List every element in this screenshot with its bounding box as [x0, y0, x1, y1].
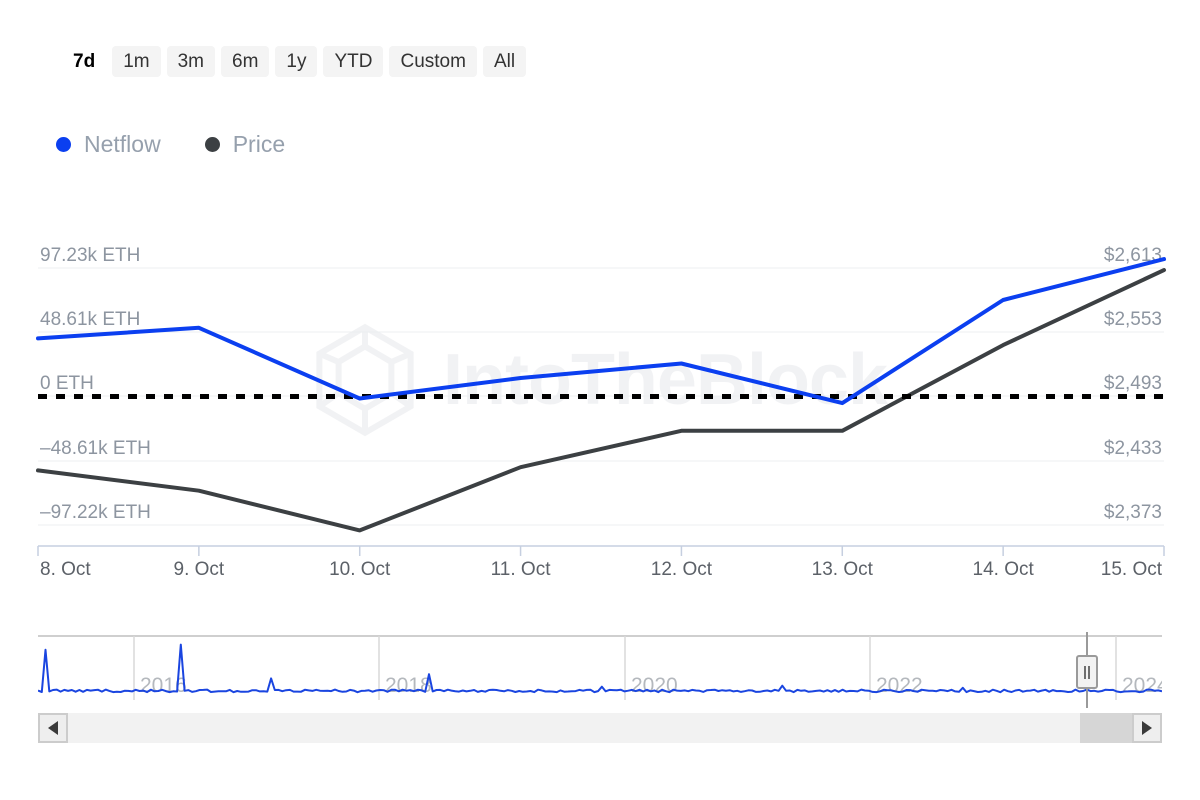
svg-text:$2,613: $2,613 [1104, 245, 1162, 266]
range-button-all[interactable]: All [483, 46, 526, 77]
svg-text:2024: 2024 [1122, 674, 1162, 697]
scrollbar-track[interactable] [68, 713, 1132, 743]
range-button-ytd[interactable]: YTD [323, 46, 383, 77]
arrow-right-icon [1142, 721, 1152, 735]
svg-text:10. Oct: 10. Oct [329, 559, 391, 580]
navigator-handle-right[interactable] [1076, 655, 1098, 689]
svg-text:2020: 2020 [631, 674, 678, 697]
x-axis-labels: 8. Oct 9. Oct 10. Oct 11. Oct 12. Oct 13. Oct… [40, 559, 1163, 580]
svg-text:$2,373: $2,373 [1104, 502, 1162, 523]
svg-text:$2,493: $2,493 [1104, 373, 1162, 394]
svg-text:48.61k ETH: 48.61k ETH [40, 309, 140, 330]
legend-item-price[interactable]: Price [205, 133, 285, 156]
watermark: IntoTheBlock [305, 320, 887, 440]
legend-label-price: Price [233, 133, 285, 156]
svg-text:11. Oct: 11. Oct [491, 559, 552, 580]
svg-text:–97.22k ETH: –97.22k ETH [40, 502, 151, 523]
svg-text:2022: 2022 [876, 674, 923, 697]
svg-text:2018: 2018 [385, 674, 432, 697]
chart-legend: Netflow Price [56, 133, 285, 156]
range-button-1m[interactable]: 1m [112, 46, 160, 77]
svg-text:$2,553: $2,553 [1104, 309, 1162, 330]
navigator-svg[interactable]: 2016 2018 2020 2022 2024 [38, 622, 1162, 710]
scrollbar-thumb[interactable] [1080, 713, 1132, 743]
legend-dot-netflow-icon [56, 137, 71, 152]
svg-text:14. Oct: 14. Oct [973, 559, 1035, 580]
svg-text:–48.61k ETH: –48.61k ETH [40, 438, 151, 459]
right-axis-labels: $2,613 $2,553 $2,493 $2,433 $2,373 [1104, 245, 1162, 523]
svg-text:2016: 2016 [140, 674, 187, 697]
navigator-sparkline [38, 645, 1162, 693]
arrow-left-icon [48, 721, 58, 735]
handle-grip-line [1088, 666, 1090, 679]
svg-text:$2,433: $2,433 [1104, 438, 1162, 459]
price-series-line [38, 270, 1164, 530]
svg-text:13. Oct: 13. Oct [812, 559, 874, 580]
watermark-text: IntoTheBlock [443, 344, 887, 416]
range-button-3m[interactable]: 3m [167, 46, 215, 77]
range-selector[interactable]: 7d 1m 3m 6m 1y YTD Custom All [62, 46, 526, 77]
scroll-left-button[interactable] [38, 713, 68, 743]
navigator-year-labels: 2016 2018 2020 2022 2024 [140, 674, 1162, 697]
range-button-6m[interactable]: 6m [221, 46, 269, 77]
svg-text:8. Oct: 8. Oct [40, 559, 91, 580]
range-button-7d[interactable]: 7d [62, 46, 106, 77]
horizontal-scrollbar[interactable] [38, 713, 1162, 743]
gridlines [38, 268, 1164, 525]
navigator[interactable]: 2016 2018 2020 2022 2024 [38, 622, 1162, 710]
svg-text:97.23k ETH: 97.23k ETH [40, 245, 140, 266]
svg-text:9. Oct: 9. Oct [174, 559, 225, 580]
x-axis-ticks [38, 546, 1164, 556]
handle-grip-line [1084, 666, 1086, 679]
range-button-1y[interactable]: 1y [275, 46, 317, 77]
intotheblock-logo-icon [305, 320, 425, 440]
scroll-right-button[interactable] [1132, 713, 1162, 743]
legend-dot-price-icon [205, 137, 220, 152]
svg-text:15. Oct: 15. Oct [1101, 559, 1163, 580]
left-axis-labels: 97.23k ETH 48.61k ETH 0 ETH –48.61k ETH –97.… [40, 245, 151, 523]
svg-text:0 ETH: 0 ETH [40, 373, 94, 394]
legend-label-netflow: Netflow [84, 133, 161, 156]
range-button-custom[interactable]: Custom [389, 46, 476, 77]
svg-text:12. Oct: 12. Oct [651, 559, 713, 580]
netflow-series-line [38, 259, 1164, 403]
legend-item-netflow[interactable]: Netflow [56, 133, 161, 156]
